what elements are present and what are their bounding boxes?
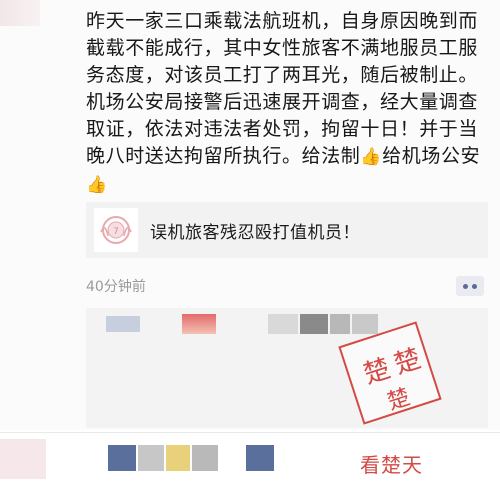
more-options-button[interactable] (456, 276, 484, 296)
liker-avatar[interactable] (182, 314, 216, 334)
avatar[interactable] (0, 439, 46, 479)
watermark-label: 看楚天 (360, 453, 423, 477)
shared-link-card[interactable]: 7 误机旅客残忍殴打值机员！ (86, 202, 488, 258)
liker-avatar[interactable] (268, 314, 298, 334)
liker-avatar[interactable] (138, 445, 164, 471)
liker-avatar[interactable] (300, 314, 328, 334)
liker-avatar[interactable] (192, 445, 218, 471)
post-body-tail: 给机场公安 (382, 145, 481, 167)
link-title: 误机旅客残忍殴打值机员！ (150, 223, 360, 243)
liker-avatar[interactable] (106, 316, 140, 332)
svg-text:7: 7 (113, 227, 119, 237)
thumbs-up-icon: 👍 (86, 175, 108, 195)
link-thumbnail: 7 (94, 208, 138, 252)
post-text: 昨天一家三口乘载法航班机，自身原因晚到而截载不能成行，其中女性旅客不满地服员工服… (86, 8, 486, 199)
thumbs-up-icon: 👍 (360, 147, 383, 167)
avatar[interactable] (0, 0, 40, 26)
moment-post: 昨天一家三口乘载法航班机，自身原因晚到而截载不能成行，其中女性旅客不满地服员工服… (0, 0, 500, 430)
liker-avatar[interactable] (246, 445, 274, 471)
post-body: 昨天一家三口乘载法航班机，自身原因晚到而截载不能成行，其中女性旅客不满地服员工服… (86, 10, 479, 167)
emblem-icon: 7 (100, 216, 132, 244)
stamp-logo-icon: 楚 楚 楚 (338, 321, 442, 425)
liker-avatar[interactable] (108, 445, 136, 471)
liker-avatar[interactable] (166, 445, 190, 471)
next-post-preview: 看楚天 (0, 433, 500, 485)
post-timestamp: 40分钟前 (86, 279, 146, 295)
